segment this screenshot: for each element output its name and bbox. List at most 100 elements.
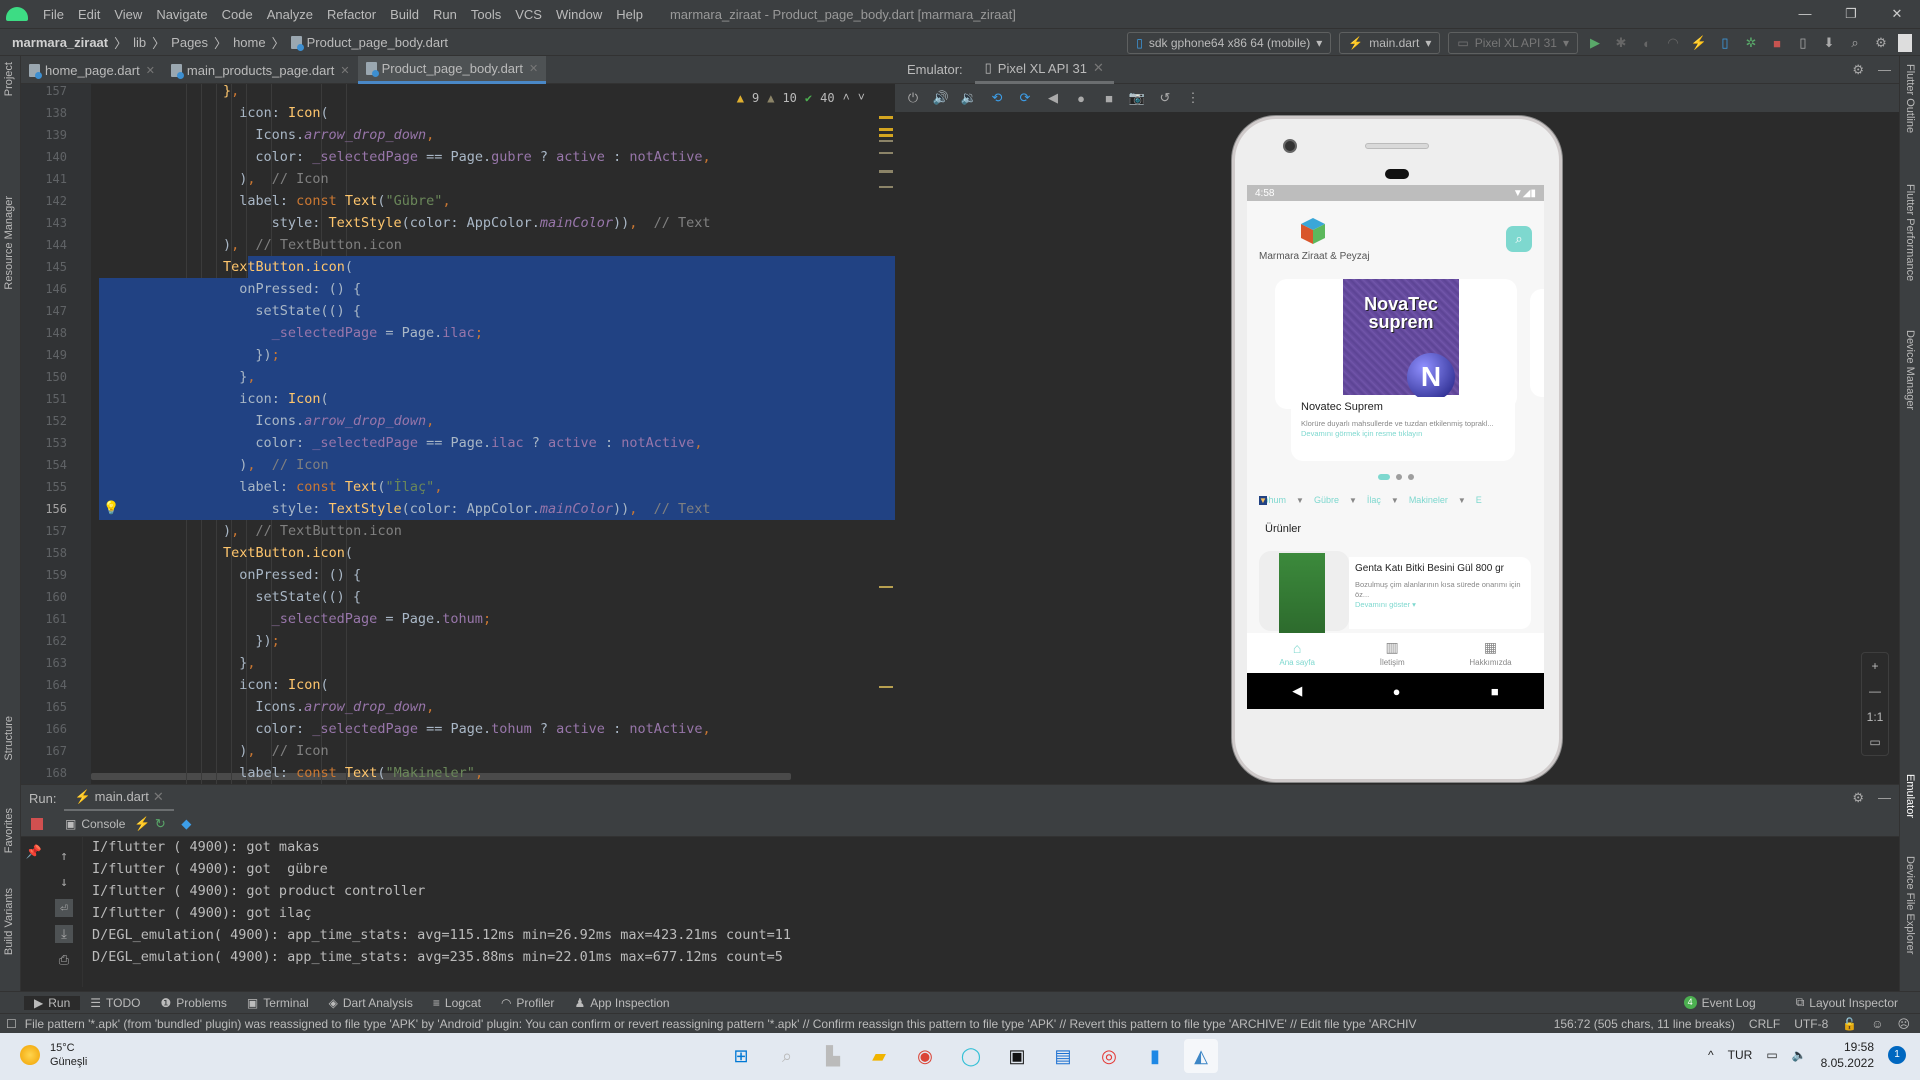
camera-icon[interactable]: 📷 [1127,89,1147,107]
code-editor[interactable]: 157 138 139 140 141 142 143 144 145 146 147 148 149 1… [21,84,895,784]
run-icon[interactable]: ▶ [1586,34,1604,52]
notification-badge[interactable]: 1 [1888,1046,1906,1064]
show-more-link[interactable]: Devamını göster ▾ [1355,600,1525,609]
menu-help[interactable]: Help [609,7,650,22]
tool-resource-manager[interactable]: Resource Manager [3,196,15,290]
code-line[interactable]: }, [91,652,875,674]
menu-tools[interactable]: Tools [464,7,508,22]
zoom-out-button[interactable]: — [1869,684,1881,698]
code-line[interactable]: onPressed: () { [91,278,875,300]
carousel-dot[interactable] [1377,474,1390,480]
device-selector[interactable]: ▯ sdk gphone64 x86 64 (mobile) ▾ [1127,32,1332,54]
run-config-selector[interactable]: ⚡ main.dart ▾ [1339,32,1441,54]
tool-event-log[interactable]: 4 Event Log [1674,995,1766,1010]
code-line[interactable]: icon: Icon( [91,388,875,410]
breadcrumb-lib[interactable]: lib [133,35,146,50]
down-arrow-icon[interactable]: ↓ [55,873,73,891]
code-line[interactable]: }); [91,344,875,366]
hot-reload-icon[interactable]: ⚡ [133,815,151,833]
overview-icon[interactable]: ■ [1099,89,1119,107]
code-line[interactable]: color: _selectedPage == Page.ilac ? acti… [91,432,875,454]
code-line[interactable]: setState(() { [91,586,875,608]
gear-icon[interactable]: ⚙ [1872,34,1890,52]
breadcrumb-home[interactable]: home [233,35,266,50]
weather-widget[interactable]: 15°C Güneşli [20,1041,87,1069]
menu-build[interactable]: Build [383,7,426,22]
file-encoding[interactable]: UTF-8 [1794,1017,1828,1031]
category-more[interactable]: ▼ E [1458,495,1482,505]
debug-icon[interactable]: ✱ [1612,34,1630,52]
console-output[interactable]: 📌 ↑ ↓ ⏎ ⤓ ⎙ I/flutter ( 4900): got makas… [21,837,1899,987]
tool-structure[interactable]: Structure [3,716,15,761]
show-hidden-icons[interactable]: ^ [1708,1048,1714,1062]
menu-file[interactable]: File [36,7,71,22]
network-icon[interactable]: ▭ [1766,1048,1777,1062]
avatar[interactable] [1898,34,1912,52]
category-gubre[interactable]: ▼ Gübre [1296,495,1339,505]
code-line[interactable]: }); [91,630,875,652]
maximize-button[interactable]: ❐ [1828,0,1874,28]
close-tab-icon[interactable]: ✕ [153,789,164,805]
carousel-dot[interactable] [1395,474,1402,480]
menu-analyze[interactable]: Analyze [260,7,320,22]
product-card[interactable]: Genta Katı Bitki Besini Gül 800 gr Bozul… [1259,551,1537,637]
category-tohum[interactable]: ▼ Tohum [1259,495,1286,505]
zoom-fit-button[interactable]: ▭ [1869,735,1880,749]
sad-face-icon[interactable]: ☹ [1897,1017,1910,1031]
code-line[interactable]: label: const Text("Gübre", [91,190,875,212]
soft-wrap-icon[interactable]: ⏎ [55,899,73,917]
coverage-icon[interactable]: ◐ [1638,34,1656,52]
rotate-left-icon[interactable]: ⟲ [987,89,1007,107]
lightbulb-icon[interactable]: 💡 [103,501,119,516]
stop-button[interactable] [31,817,43,830]
code-line[interactable]: TextButton.icon( [91,542,875,564]
tool-favorites[interactable]: Favorites [3,808,15,853]
volume-icon[interactable]: 🔈 [1792,1048,1807,1062]
carousel-dot[interactable] [1407,474,1414,480]
code-line[interactable]: ), // Icon [91,168,875,190]
code-line[interactable]: ), // Icon [91,740,875,762]
device-manager-icon[interactable]: ▯ [1794,34,1812,52]
menu-code[interactable]: Code [215,7,260,22]
tool-profiler[interactable]: ◠ Profiler [491,996,565,1010]
code-line[interactable]: style: TextStyle(color: AppColor.mainCol… [91,498,875,520]
zoom-in-button[interactable]: + [1871,659,1878,673]
gear-icon[interactable]: ⚙ [1852,790,1864,806]
avd-selector[interactable]: ▭ Pixel XL API 31 ▾ [1448,32,1578,54]
tool-logcat[interactable]: ≡ Logcat [423,996,491,1010]
devtools-icon[interactable]: ◆ [177,815,195,833]
youtube-music-icon[interactable]: ◎ [1092,1039,1126,1073]
close-tab-icon[interactable]: ✕ [529,62,538,75]
app-icon[interactable]: ▣ [1000,1039,1034,1073]
menu-refactor[interactable]: Refactor [320,7,383,22]
breadcrumb-pages[interactable]: Pages [171,35,208,50]
code-line[interactable]: }, [91,366,875,388]
product-image[interactable] [1279,553,1325,633]
cortana-icon[interactable]: ◯ [954,1039,988,1073]
chrome-icon[interactable]: ◉ [908,1039,942,1073]
code-line[interactable]: color: _selectedPage == Page.tohum ? act… [91,718,875,740]
home-button[interactable]: ● [1393,684,1401,699]
tool-flutter-outline[interactable]: Flutter Outline [1904,64,1916,133]
tool-device-file-explorer[interactable]: Device File Explorer [1904,856,1916,954]
search-button[interactable]: ⌕ [1506,226,1532,252]
code-line[interactable]: ), // TextButton.icon [91,520,875,542]
code-line[interactable]: Icons.arrow_drop_down, [91,410,875,432]
rotate-right-icon[interactable]: ⟳ [1015,89,1035,107]
caret-position[interactable]: 156:72 (505 chars, 11 line breaks) [1554,1017,1735,1031]
run-tab[interactable]: ⚡ main.dart ✕ [64,785,174,812]
tool-app-inspection[interactable]: ♟ App Inspection [564,996,679,1010]
tool-dart-analysis[interactable]: ◈ Dart Analysis [319,996,423,1010]
close-button[interactable]: ✕ [1874,0,1920,28]
phone-screen[interactable]: 4:58 ▼◢▮ Marmara Ziraat & Peyzaj ⌕ NovaT… [1247,185,1544,709]
search-icon[interactable]: ⌕ [770,1039,804,1073]
status-toggle-icon[interactable]: ☐ [0,1017,17,1031]
code-line[interactable]: ), // TextButton.icon [91,234,875,256]
back-button[interactable]: ◀ [1292,683,1302,699]
stop-icon[interactable]: ■ [1768,34,1786,52]
menu-edit[interactable]: Edit [71,7,107,22]
code-line[interactable]: icon: Icon( [91,102,875,124]
close-tab-icon[interactable]: ✕ [146,64,155,77]
slide-product-image[interactable]: NovaTec suprem N [1343,279,1459,401]
up-arrow-icon[interactable]: ↑ [55,847,73,865]
